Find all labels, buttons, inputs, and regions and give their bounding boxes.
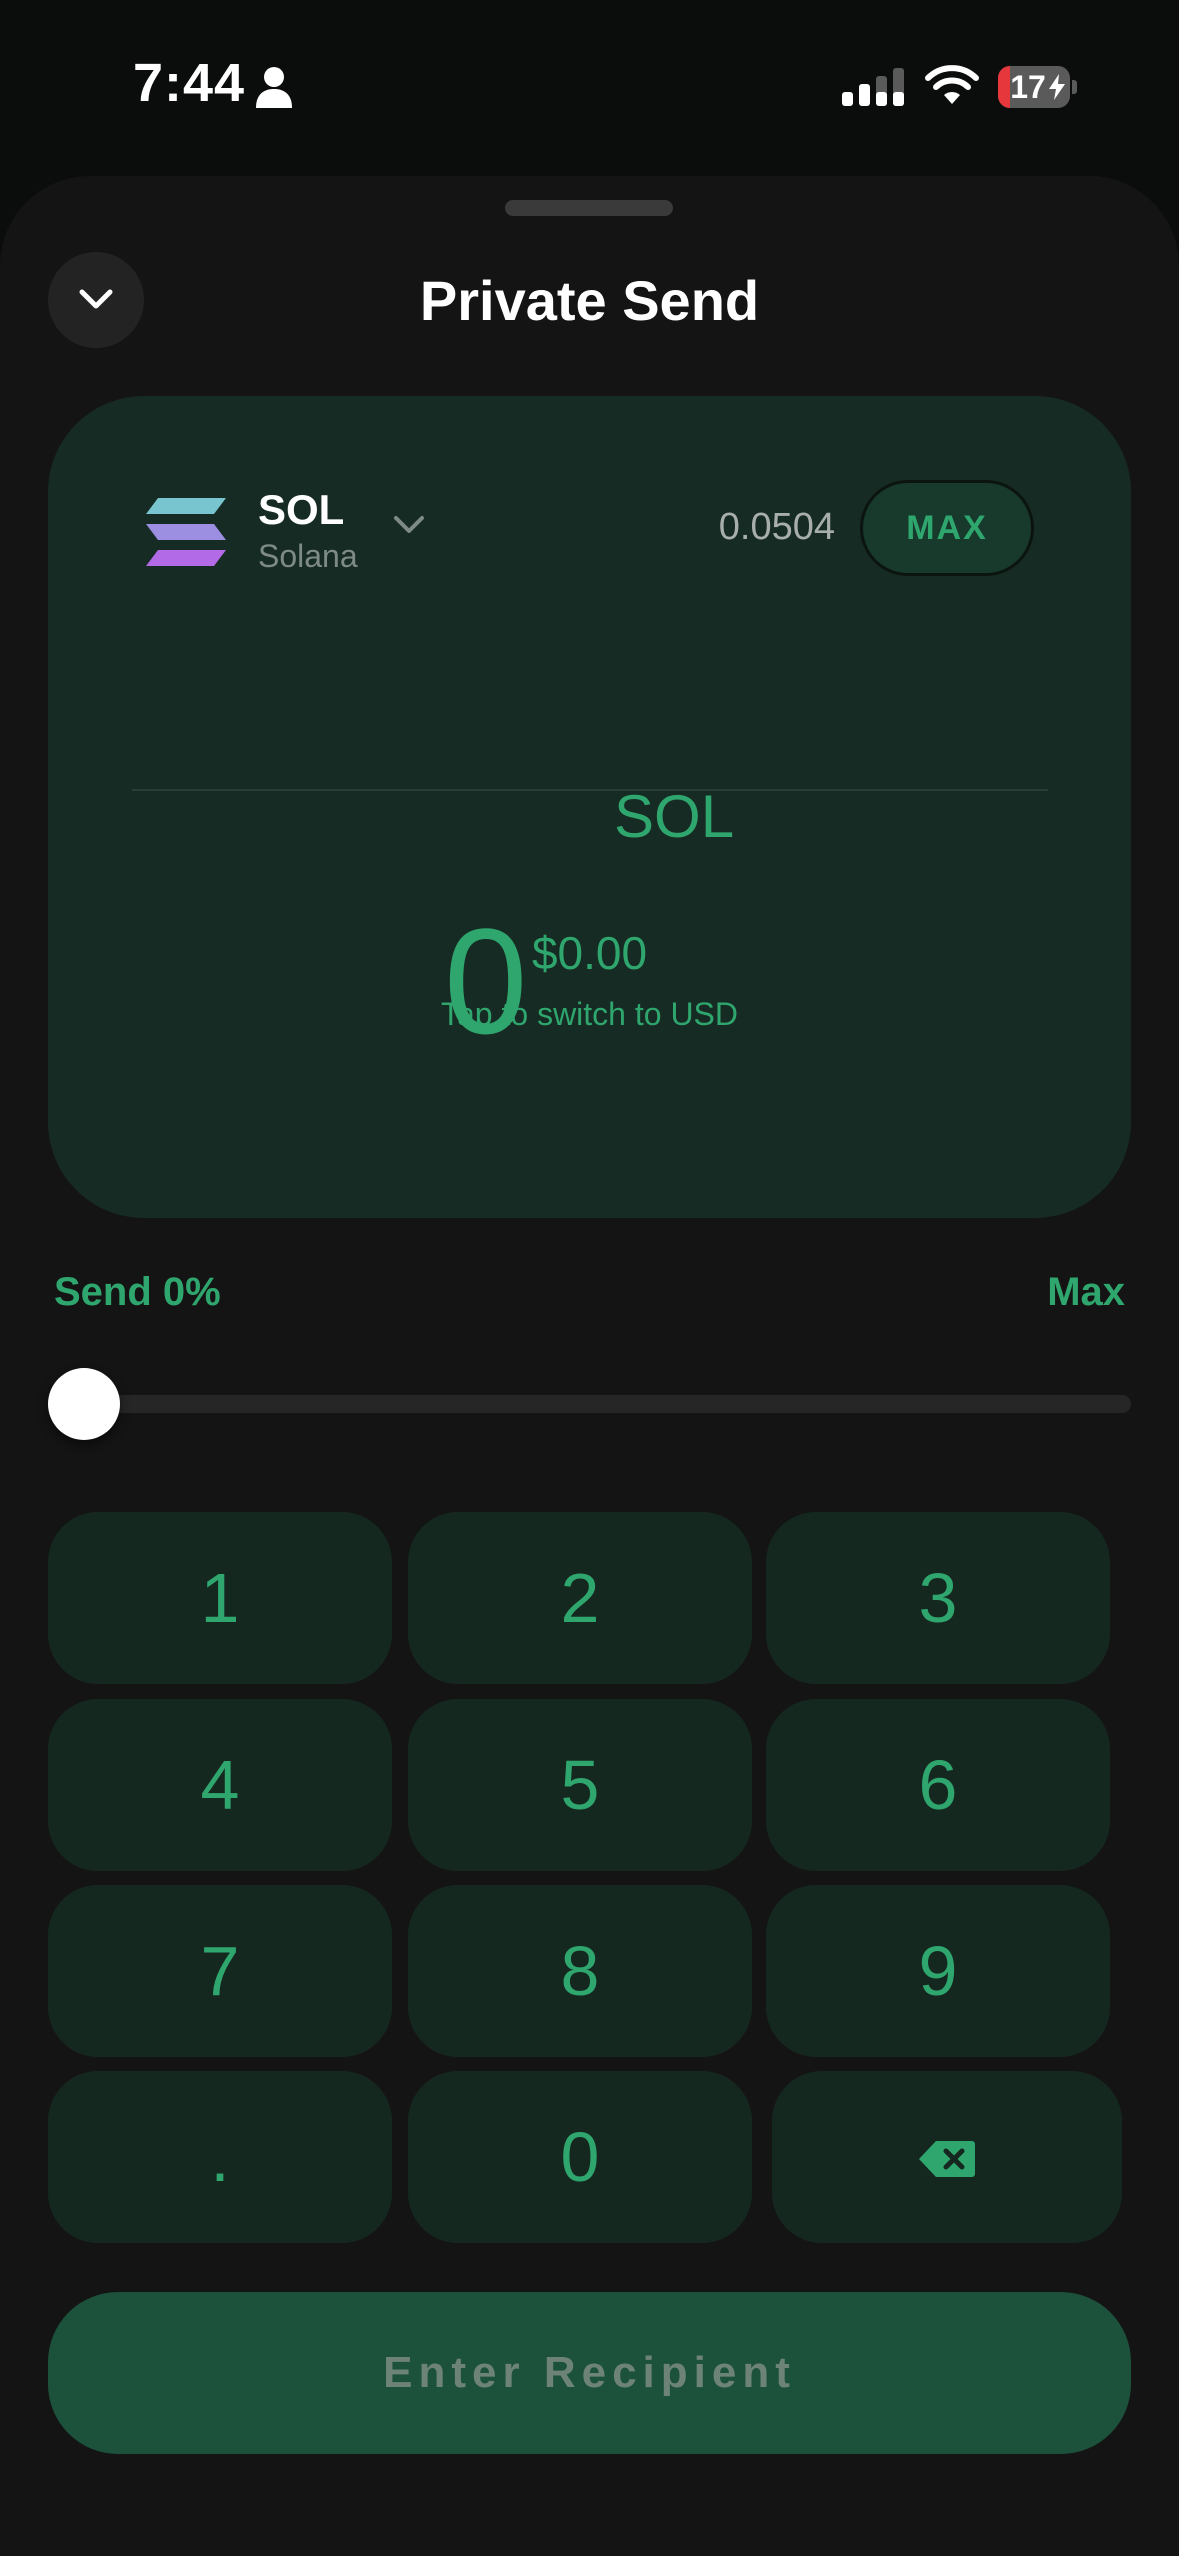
keypad-key-2[interactable]: 2	[408, 1512, 752, 1684]
battery-charging-icon: 17	[998, 66, 1078, 108]
send-percent-slider[interactable]	[60, 1395, 1131, 1413]
amount-unit: SOL	[614, 783, 735, 850]
keypad-key-9[interactable]: 9	[766, 1885, 1110, 2057]
switch-currency-hint[interactable]: Tap to switch to USD	[48, 996, 1131, 1033]
token-balance: 0.0504	[718, 506, 835, 548]
keypad-backspace-button[interactable]	[772, 2071, 1122, 2243]
amount-card: SOL Solana 0.0504 MAX 0 SOL $0.00 Tap to…	[48, 396, 1131, 1218]
slider-thumb[interactable]	[48, 1368, 120, 1440]
enter-recipient-button[interactable]: Enter Recipient	[48, 2292, 1131, 2454]
send-percent-label: Send 0%	[54, 1270, 221, 1314]
status-time: 7:44	[133, 53, 246, 113]
wifi-icon	[925, 65, 979, 104]
sheet-grabber[interactable]	[505, 200, 673, 216]
solana-logo[interactable]	[144, 496, 228, 568]
status-bar: 7:44 17	[0, 0, 1179, 170]
slider-max-label[interactable]: Max	[1047, 1270, 1125, 1315]
divider	[132, 789, 1048, 791]
keypad-key-4[interactable]: 4	[48, 1699, 392, 1871]
keypad-key-decimal[interactable]: .	[48, 2071, 392, 2243]
private-send-sheet: Private Send SOL Solana 0.0504 MAX 0 SOL…	[0, 176, 1179, 2556]
cellular-signal-icon	[842, 68, 904, 106]
keypad-key-3[interactable]: 3	[766, 1512, 1110, 1684]
keypad-key-8[interactable]: 8	[408, 1885, 752, 2057]
page-title: Private Send	[419, 269, 760, 332]
bolt-icon	[1049, 74, 1065, 100]
max-button[interactable]: MAX	[860, 480, 1034, 576]
keypad-key-7[interactable]: 7	[48, 1885, 392, 2057]
battery-nub	[1072, 80, 1077, 94]
usd-value[interactable]: $0.00	[48, 926, 1131, 980]
keypad-key-6[interactable]: 6	[766, 1699, 1110, 1871]
keypad-key-0[interactable]: 0	[408, 2071, 752, 2243]
person-icon	[256, 67, 292, 108]
keypad-key-1[interactable]: 1	[48, 1512, 392, 1684]
chevron-down-icon[interactable]	[392, 512, 426, 536]
token-name[interactable]: Solana	[258, 538, 358, 575]
token-symbol[interactable]: SOL	[258, 486, 344, 534]
backspace-icon	[919, 2141, 975, 2177]
keypad-key-5[interactable]: 5	[408, 1699, 752, 1871]
